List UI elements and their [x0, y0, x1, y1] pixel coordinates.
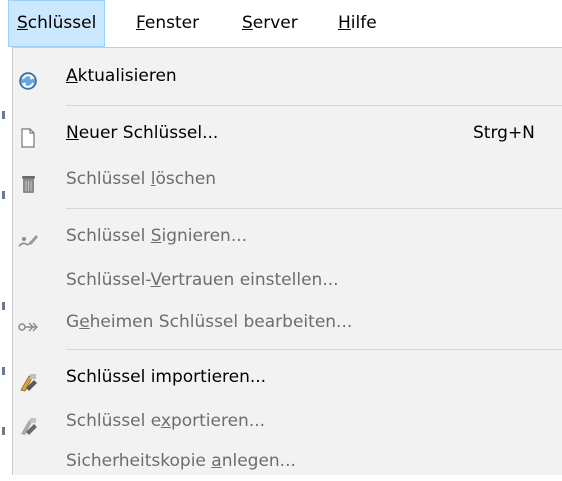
menu-label-post: enster	[144, 13, 200, 33]
import-key-icon	[17, 367, 39, 392]
menu-separator	[66, 349, 562, 350]
menu-hilfe[interactable]: Hilfe	[330, 0, 385, 47]
menu-mnemonic: S	[17, 13, 28, 33]
menu-fenster[interactable]: Fenster	[128, 0, 207, 47]
item-mnemonic: S	[150, 226, 162, 246]
schluessel-dropdown-menu: Aktualisieren Neuer Schlüssel... Strg+N …	[12, 47, 562, 475]
menu-mnemonic: H	[338, 13, 351, 33]
item-mnemonic: e	[79, 312, 90, 332]
sign-icon	[17, 226, 39, 247]
item-label-post: öschen	[155, 169, 217, 189]
menu-item-sicherheitskopie-anlegen[interactable]: Sicherheitskopie anlegen...	[13, 441, 562, 481]
item-label-post: ignieren...	[161, 226, 248, 246]
item-label-pre: Schlüssel e	[66, 411, 161, 431]
item-label-post: portieren...	[170, 411, 266, 431]
item-label-post: heimen Schlüssel bearbeiten...	[89, 312, 353, 332]
item-label-pre: Schlüssel	[66, 226, 151, 246]
item-label-post: nlegen...	[221, 451, 296, 471]
menu-item-aktualisieren[interactable]: Aktualisieren	[13, 56, 562, 96]
background-fragment	[2, 111, 5, 119]
item-label-pre: Schlüssel-	[66, 270, 151, 290]
menubar: Schlüssel Fenster Server Hilfe	[0, 0, 562, 47]
item-label-pre: G	[66, 312, 80, 332]
secret-key-icon	[17, 312, 39, 332]
menu-item-geheimen-schluessel-bearbeiten[interactable]: Geheimen Schlüssel bearbeiten...	[13, 302, 562, 342]
export-key-icon	[17, 411, 39, 435]
menu-label-post: chlüssel	[27, 13, 97, 33]
item-mnemonic: a	[211, 451, 222, 471]
menu-label-post: erver	[252, 13, 298, 33]
item-mnemonic: V	[150, 270, 161, 290]
trash-icon	[17, 169, 39, 193]
menu-label-post: ilfe	[350, 13, 377, 33]
menu-item-schluessel-signieren[interactable]: Schlüssel Signieren...	[13, 216, 562, 256]
refresh-icon	[17, 66, 39, 90]
menu-item-neuer-schluessel[interactable]: Neuer Schlüssel... Strg+N	[13, 113, 562, 153]
background-fragment	[2, 191, 5, 199]
item-mnemonic: x	[160, 411, 171, 431]
item-mnemonic: A	[66, 66, 78, 86]
background-fragment	[2, 367, 5, 375]
item-mnemonic: N	[66, 123, 79, 143]
new-document-icon	[17, 123, 39, 148]
menu-item-schluessel-importieren[interactable]: Schlüssel importieren...	[13, 357, 562, 397]
item-label-pre: Schlüssel	[66, 169, 151, 189]
shortcut-label: Strg+N	[473, 123, 535, 143]
background-fragment	[2, 302, 5, 310]
menu-server[interactable]: Server	[234, 0, 306, 47]
item-label-post: ktualisieren	[77, 66, 177, 86]
menu-separator	[66, 105, 562, 106]
background-window-edge	[0, 47, 12, 475]
menu-item-schluessel-exportieren[interactable]: Schlüssel exportieren...	[13, 401, 562, 441]
menu-item-schluessel-loeschen[interactable]: Schlüssel löschen	[13, 159, 562, 199]
menu-mnemonic: F	[136, 13, 145, 33]
item-label-post: ertrauen einstellen...	[160, 270, 339, 290]
item-label-pre: Sicherheitskopie	[66, 451, 212, 471]
menu-schluessel[interactable]: Schlüssel	[8, 0, 106, 47]
background-fragment	[2, 427, 5, 435]
item-label-pre: Schlüssel importieren...	[66, 367, 267, 387]
menu-separator	[66, 208, 562, 209]
menu-mnemonic: S	[242, 13, 253, 33]
menu-item-vertrauen-einstellen[interactable]: Schlüssel-Vertrauen einstellen...	[13, 260, 562, 300]
item-label-post: euer Schlüssel...	[78, 123, 219, 143]
